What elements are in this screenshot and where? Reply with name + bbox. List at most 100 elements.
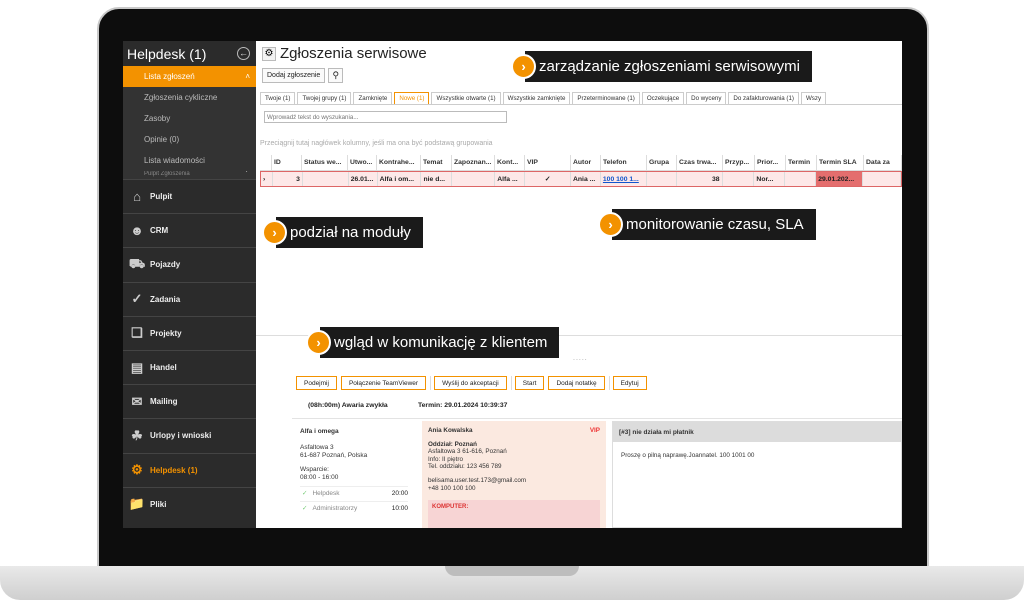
column-header[interactable]: Kontrahe... [377, 155, 421, 170]
tab-przeterminowane[interactable]: Przeterminowane (1) [572, 92, 640, 104]
submenu-item-clipped[interactable]: Pulpit Zgłoszenia ▼ [123, 171, 256, 179]
column-header[interactable]: VIP [525, 155, 571, 170]
module-label: Mailing [150, 397, 178, 407]
cell-vip-checkbox[interactable]: ✓ [525, 172, 571, 186]
sidebar-header: Helpdesk (1) ← [123, 41, 256, 66]
send-for-approval-button[interactable]: Wyślij do akceptacji [434, 376, 507, 390]
module-label: Pojazdy [150, 260, 181, 270]
column-header[interactable]: Czas trwa... [677, 155, 723, 170]
search-icon[interactable]: ⚲ [328, 68, 344, 83]
column-header[interactable]: ID [272, 155, 302, 170]
tab-wszystkie-otwarte[interactable]: Wszystkie otwarte (1) [431, 92, 501, 104]
tab-do-zafakturowania[interactable]: Do zafakturowania (1) [728, 92, 799, 104]
page-title-row: ⚙ Zgłoszenia serwisowe [262, 45, 427, 62]
contact-branch-phone: Tel. oddziału: 123 456 789 [428, 463, 502, 471]
sidebar-title: Helpdesk (1) [127, 45, 207, 62]
module-pojazdy[interactable]: ⛟ Pojazdy [123, 247, 256, 281]
page-title: Zgłoszenia serwisowe [280, 45, 427, 62]
submenu-label: Zgłoszenia cykliczne [144, 93, 218, 102]
home-icon: ⌂ [133, 189, 141, 205]
laptop-notch [445, 566, 579, 576]
submenu-label: Lista wiadomości [144, 156, 205, 165]
tab-twojej-grupy[interactable]: Twojej grupy (1) [297, 92, 352, 104]
column-header[interactable]: Grupa [647, 155, 677, 170]
callout-modules: › podział na moduły [262, 217, 423, 248]
tab-do-wyceny[interactable]: Do wyceny [686, 92, 727, 104]
column-header[interactable]: Utwo... [348, 155, 377, 170]
ticket-tabs: Twoje (1) Twojej grupy (1) Zamknięte Now… [260, 92, 902, 105]
circle-arrow-left-icon[interactable]: ← [237, 47, 250, 60]
cell-subject: nie d... [421, 172, 453, 186]
contact-name: Ania Kowalska [428, 427, 473, 434]
contact-panel: Ania Kowalska VIP Oddział: Poznań Asfalt… [422, 421, 606, 528]
column-header[interactable]: Temat [421, 155, 452, 170]
module-label: CRM [150, 226, 169, 236]
column-header[interactable]: Autor [571, 155, 601, 170]
column-header[interactable]: Telefon [601, 155, 647, 170]
car-icon: ⛟ [128, 255, 146, 271]
cell-contact: Alfa ... [495, 172, 526, 186]
module-zadania[interactable]: ✓ Zadania [123, 281, 256, 316]
contact-email[interactable]: belisama.user.test.173@gmail.com [428, 477, 600, 485]
callout-ticket-management: › zarządzanie zgłoszeniami serwisowymi [511, 51, 812, 82]
message-body: Proszę o pilną naprawę.Joannatel. 100 10… [621, 452, 755, 459]
submenu-item-lista-wiadomosci[interactable]: Lista wiadomości [123, 150, 256, 171]
splitter-handle[interactable]: ..... [573, 355, 588, 362]
tab-oczekujace[interactable]: Oczekujące [641, 92, 685, 104]
tab-zamkniete[interactable]: Zamknięte [353, 92, 393, 104]
edit-button[interactable]: Edytuj [612, 376, 647, 390]
table-row[interactable]: › 3 26.01... Alfa i om... nie d... Alfa … [260, 171, 902, 187]
column-header[interactable]: Zapoznan... [452, 155, 495, 170]
tab-wszystkie-zamkniete[interactable]: Wszystkie zamknięte [502, 92, 571, 104]
cell-id: 3 [273, 172, 303, 186]
submenu-item-lista-zgloszen[interactable]: Lista zgłoszeń ˄ [123, 66, 256, 87]
column-header[interactable]: Termin SLA [817, 155, 864, 170]
cubes-icon: ❑ [131, 325, 143, 341]
cell-deadline [785, 172, 817, 186]
column-header[interactable]: Prior... [755, 155, 786, 170]
submenu-item-opinie[interactable]: Opinie (0) [123, 129, 256, 150]
module-label: Urlopy i wnioski [150, 431, 212, 441]
take-button[interactable]: Podejmij [296, 376, 337, 390]
module-crm[interactable]: ☻ CRM [123, 213, 256, 247]
tab-twoje[interactable]: Twoje (1) [260, 92, 296, 104]
cell-status [303, 172, 349, 186]
module-pulpit[interactable]: ⌂ Pulpit [123, 179, 256, 213]
message-title[interactable]: [#3] nie działa mi płatnik [613, 422, 901, 442]
document-icon: ▤ [130, 359, 144, 375]
column-header[interactable]: Data za [864, 155, 902, 170]
chevron-down-icon[interactable]: ▼ [243, 171, 250, 174]
gear-icon: ⚙ [131, 462, 143, 478]
add-ticket-button[interactable]: Dodaj zgłoszenie [262, 68, 326, 83]
module-helpdesk[interactable]: ⚙ Helpdesk (1) [123, 452, 256, 487]
column-header[interactable]: Kont... [495, 155, 525, 170]
cell-priority: Nor... [754, 172, 786, 186]
search-input[interactable] [264, 111, 507, 123]
contact-phone[interactable]: +48 100 100 100 [428, 485, 600, 493]
start-button[interactable]: Start [514, 376, 545, 390]
submenu-item-zgloszenia-cykliczne[interactable]: Zgłoszenia cykliczne [123, 87, 256, 108]
contact-info: Info: II piętro [428, 455, 464, 463]
cell-phone-link[interactable]: 100 100 1... [601, 172, 647, 186]
list-item-label-wrap: ✓ Administratorzy [302, 505, 357, 513]
tab-nowe[interactable]: Nowe (1) [394, 92, 430, 104]
tab-wszystkie[interactable]: Wszy [800, 92, 827, 104]
client-address-2: 61-687 Poznań, Polska [300, 452, 368, 459]
row-expander[interactable]: › [261, 172, 273, 186]
toolbar-divider [430, 376, 432, 390]
module-handel[interactable]: ▤ Handel [123, 349, 256, 384]
detail-toolbar: Podejmij Połączenie TeamViewer Wyślij do… [296, 376, 651, 390]
column-header[interactable]: Status we... [302, 155, 348, 170]
module-urlopy[interactable]: ☘ Urlopy i wnioski [123, 418, 256, 452]
column-header[interactable]: Termin [786, 155, 817, 170]
column-header[interactable]: Przyp... [723, 155, 755, 170]
tickets-grid: ID Status we... Utwo... Kontrahe... Tema… [260, 155, 902, 187]
column-header[interactable] [260, 155, 272, 170]
submenu-item-zasoby[interactable]: Zasoby [123, 108, 256, 129]
module-pliki[interactable]: 📁 Pliki [123, 486, 256, 521]
teamviewer-button[interactable]: Połączenie TeamViewer [340, 376, 427, 390]
group-hint: Przeciągnij tutaj nagłówek kolumny, jeśl… [260, 140, 493, 147]
add-note-button[interactable]: Dodaj notatkę [548, 376, 605, 390]
module-mailing[interactable]: ✉ Mailing [123, 384, 256, 418]
module-projekty[interactable]: ❑ Projekty [123, 315, 256, 350]
